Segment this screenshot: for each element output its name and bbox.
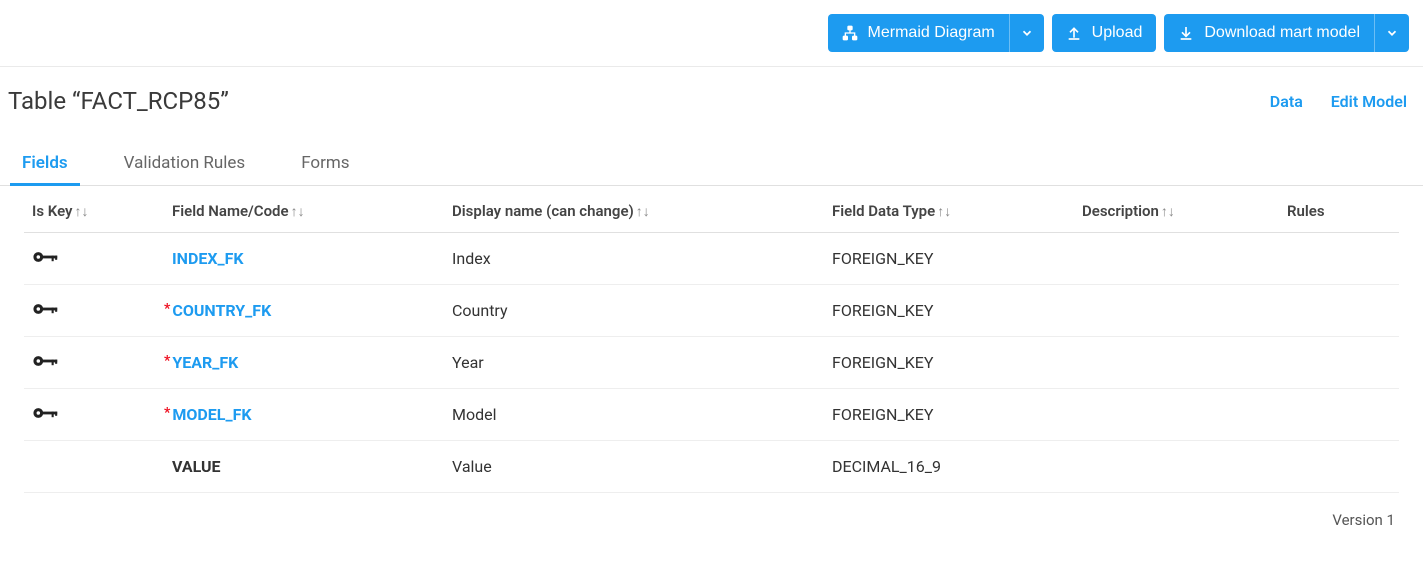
cell-rules <box>1279 389 1399 441</box>
edit-model-link[interactable]: Edit Model <box>1331 92 1407 111</box>
upload-icon <box>1066 25 1082 41</box>
field-link[interactable]: COUNTRY_FK <box>172 301 271 320</box>
chevron-down-icon <box>1385 26 1399 40</box>
tab-fields[interactable]: Fields <box>10 143 80 186</box>
sort-icon: ↑↓ <box>291 204 305 220</box>
download-split: Download mart model <box>1164 14 1409 52</box>
cell-description <box>1074 233 1279 285</box>
upload-button[interactable]: Upload <box>1052 14 1157 52</box>
cell-iskey <box>24 285 164 337</box>
version-label: Version 1 <box>0 493 1423 539</box>
mermaid-dropdown-button[interactable] <box>1009 14 1044 52</box>
col-header-display-name[interactable]: Display name (can change)↑↓ <box>444 186 824 233</box>
table-row: INDEX_FK IndexFOREIGN_KEY <box>24 233 1399 285</box>
cell-display-name: Year <box>444 337 824 389</box>
cell-field-name: *YEAR_FK <box>164 337 444 389</box>
field-name-text: VALUE <box>172 457 221 476</box>
cell-iskey <box>24 389 164 441</box>
cell-field-name: *COUNTRY_FK <box>164 285 444 337</box>
col-header-iskey[interactable]: Is Key↑↓ <box>24 186 164 233</box>
required-star-icon: * <box>164 301 170 317</box>
header-row: Table “FACT_RCP85” Data Edit Model <box>0 67 1423 115</box>
required-star-icon: * <box>164 405 170 421</box>
cell-display-name: Country <box>444 285 824 337</box>
cell-rules <box>1279 233 1399 285</box>
table-row: VALUE ValueDECIMAL_16_9 <box>24 441 1399 493</box>
cell-data-type: FOREIGN_KEY <box>824 389 1074 441</box>
table-row: *COUNTRY_FKCountryFOREIGN_KEY <box>24 285 1399 337</box>
cell-data-type: DECIMAL_16_9 <box>824 441 1074 493</box>
cell-display-name: Model <box>444 389 824 441</box>
key-icon <box>32 353 60 372</box>
download-label: Download mart model <box>1204 24 1360 42</box>
toolbar: Mermaid Diagram Upload Download mart mod… <box>0 0 1423 67</box>
table-row: *MODEL_FKModelFOREIGN_KEY <box>24 389 1399 441</box>
table-row: *YEAR_FKYearFOREIGN_KEY <box>24 337 1399 389</box>
field-link[interactable]: YEAR_FK <box>172 353 238 372</box>
field-link[interactable]: INDEX_FK <box>172 249 244 268</box>
key-icon <box>32 249 60 268</box>
col-header-rules: Rules <box>1279 186 1399 233</box>
col-header-field-name[interactable]: Field Name/Code↑↓ <box>164 186 444 233</box>
cell-rules <box>1279 285 1399 337</box>
fields-table-wrap: Is Key↑↓ Field Name/Code↑↓ Display name … <box>0 186 1423 493</box>
required-star-icon: * <box>164 353 170 369</box>
tab-forms[interactable]: Forms <box>289 143 361 186</box>
page-title: Table “FACT_RCP85” <box>8 87 229 115</box>
cell-rules <box>1279 337 1399 389</box>
tab-validation-rules[interactable]: Validation Rules <box>112 143 258 186</box>
cell-data-type: FOREIGN_KEY <box>824 337 1074 389</box>
cell-iskey <box>24 337 164 389</box>
cell-field-name: INDEX_FK <box>164 233 444 285</box>
cell-description <box>1074 285 1279 337</box>
data-link[interactable]: Data <box>1270 92 1303 111</box>
field-link[interactable]: MODEL_FK <box>172 405 251 424</box>
mermaid-label: Mermaid Diagram <box>868 24 995 42</box>
cell-field-name: VALUE <box>164 441 444 493</box>
fields-table: Is Key↑↓ Field Name/Code↑↓ Display name … <box>24 186 1399 493</box>
cell-description <box>1074 337 1279 389</box>
mermaid-diagram-split: Mermaid Diagram <box>828 14 1044 52</box>
col-header-data-type[interactable]: Field Data Type↑↓ <box>824 186 1074 233</box>
mermaid-diagram-button[interactable]: Mermaid Diagram <box>828 14 1009 52</box>
cell-data-type: FOREIGN_KEY <box>824 285 1074 337</box>
download-icon <box>1178 25 1194 41</box>
cell-rules <box>1279 441 1399 493</box>
header-links: Data Edit Model <box>1270 92 1407 111</box>
cell-display-name: Value <box>444 441 824 493</box>
sort-icon: ↑↓ <box>75 204 89 220</box>
key-icon <box>32 301 60 320</box>
cell-display-name: Index <box>444 233 824 285</box>
cell-data-type: FOREIGN_KEY <box>824 233 1074 285</box>
sort-icon: ↑↓ <box>937 204 951 220</box>
tabs: Fields Validation Rules Forms <box>0 143 1423 186</box>
sort-icon: ↑↓ <box>636 204 650 220</box>
cell-description <box>1074 441 1279 493</box>
download-dropdown-button[interactable] <box>1374 14 1409 52</box>
sitemap-icon <box>842 25 858 41</box>
chevron-down-icon <box>1020 26 1034 40</box>
cell-description <box>1074 389 1279 441</box>
download-button[interactable]: Download mart model <box>1164 14 1374 52</box>
key-icon <box>32 405 60 424</box>
sort-icon: ↑↓ <box>1161 204 1175 220</box>
cell-field-name: *MODEL_FK <box>164 389 444 441</box>
cell-iskey <box>24 233 164 285</box>
col-header-description[interactable]: Description↑↓ <box>1074 186 1279 233</box>
cell-iskey <box>24 441 164 493</box>
upload-label: Upload <box>1092 24 1143 42</box>
